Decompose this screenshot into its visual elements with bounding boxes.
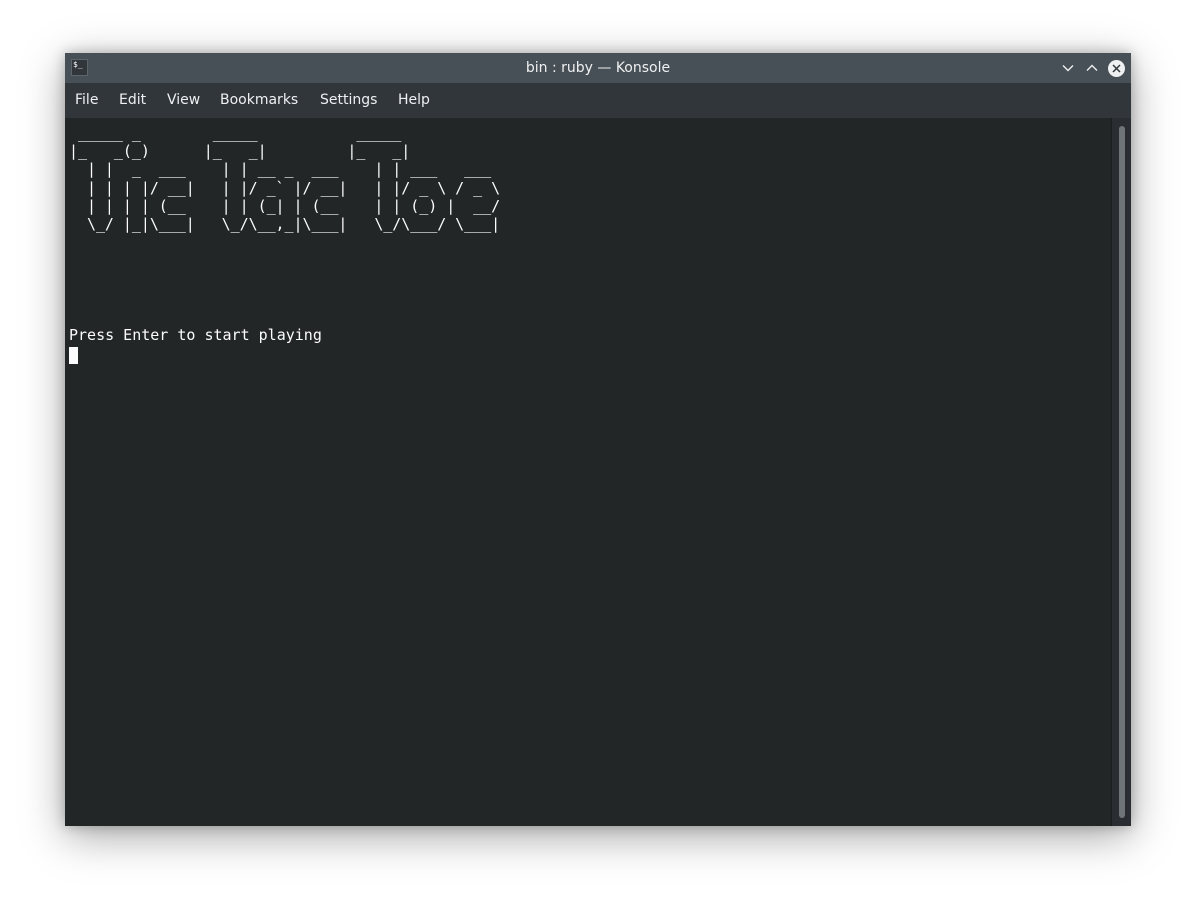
chevron-down-icon [1062, 65, 1074, 72]
konsole-window: $_ bin : ruby — Konsole File Edit View B… [65, 53, 1131, 826]
start-prompt: Press Enter to start playing [69, 326, 322, 344]
menu-bar: File Edit View Bookmarks Settings Help [65, 83, 1131, 118]
menu-edit[interactable]: Edit [119, 83, 146, 118]
maximize-button[interactable] [1083, 59, 1101, 77]
close-icon [1107, 59, 1125, 77]
window-title: bin : ruby — Konsole [525, 60, 671, 76]
scrollbar-thumb[interactable] [1119, 126, 1125, 818]
title-bar[interactable]: $_ bin : ruby — Konsole [65, 53, 1131, 83]
terminal-view[interactable]: _____ _ _____ _____ |_ _(_) |_ _| |_ _| … [65, 118, 1111, 826]
menu-file[interactable]: File [75, 83, 98, 118]
menu-view[interactable]: View [167, 83, 200, 118]
close-button[interactable] [1107, 59, 1125, 77]
menu-bookmarks[interactable]: Bookmarks [220, 83, 298, 118]
terminal-scrollbar[interactable] [1111, 118, 1131, 826]
menu-help[interactable]: Help [398, 83, 430, 118]
menu-settings[interactable]: Settings [320, 83, 377, 118]
minimize-button[interactable] [1059, 59, 1077, 77]
chevron-up-icon [1086, 64, 1098, 71]
text-cursor [69, 347, 78, 364]
desktop: $_ bin : ruby — Konsole File Edit View B… [0, 0, 1196, 903]
tic-tac-toe-ascii-banner: _____ _ _____ _____ |_ _(_) |_ _| |_ _| … [69, 124, 501, 234]
